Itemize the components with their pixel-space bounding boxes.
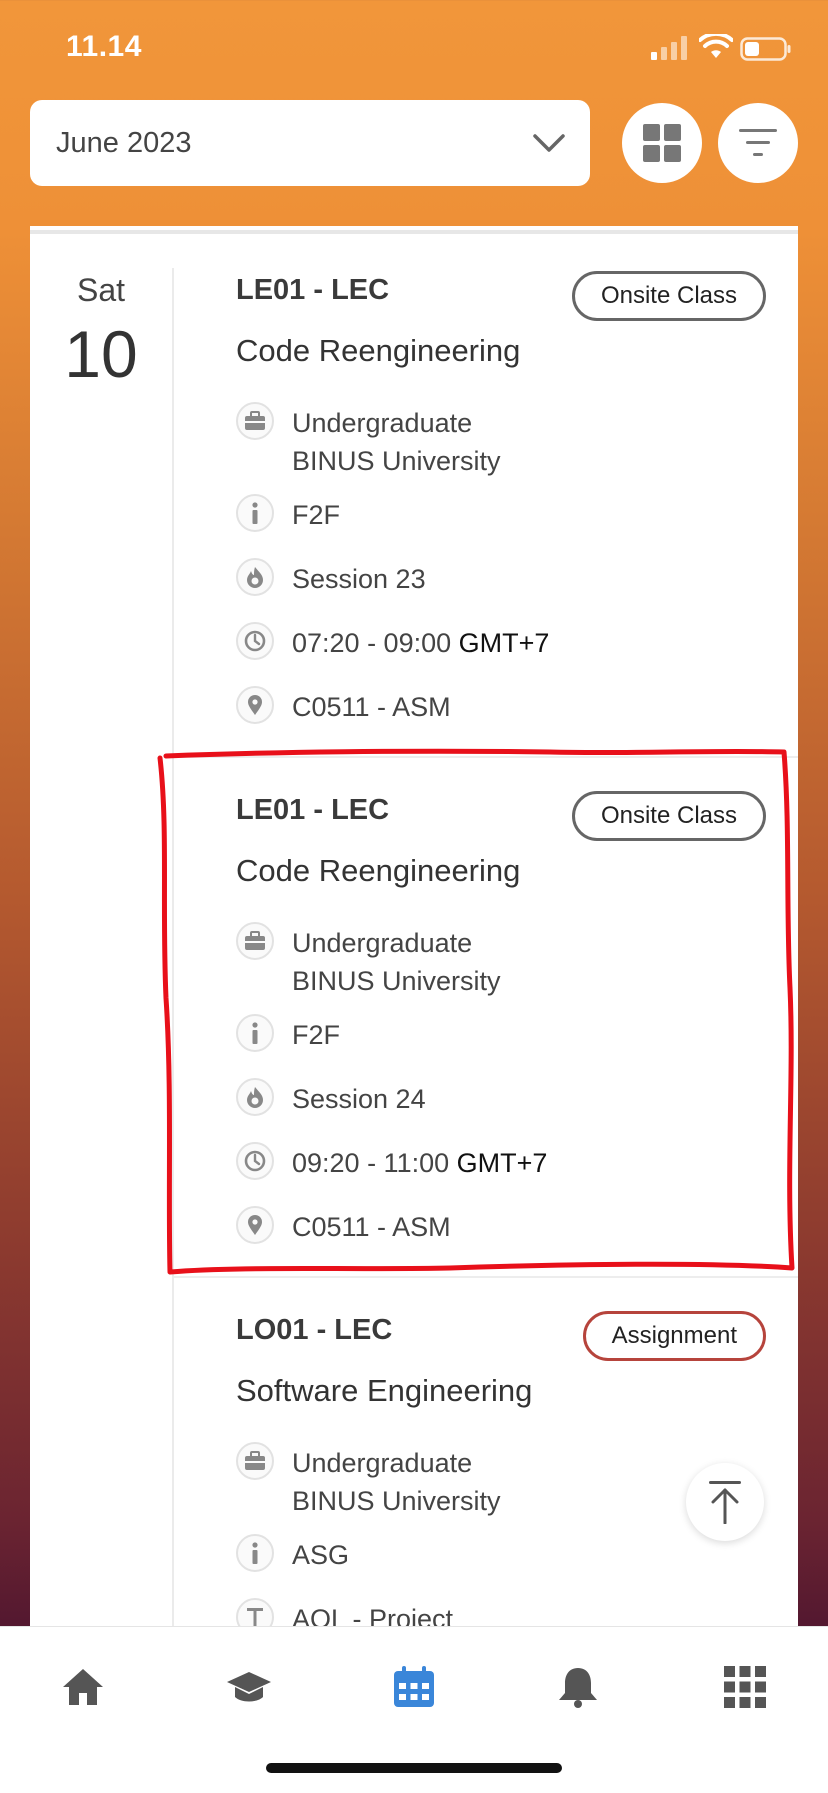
scroll-to-top-button[interactable] [686,1463,764,1541]
filter-button[interactable] [718,103,798,183]
course-title: Software Engineering [236,1373,533,1408]
time-range: 07:20 - 09:00 [292,628,452,658]
battery-icon [740,37,791,61]
chevron-down-icon [533,134,565,152]
career-level: Undergraduate [292,928,473,958]
grid-view-button[interactable] [622,103,702,183]
class-type-badge: Assignment [582,1311,766,1361]
career-level: Undergraduate [292,408,473,438]
home-indicator [266,1763,562,1773]
class-code: LE01 - LEC [236,794,390,826]
nav-schedule[interactable] [384,1657,444,1717]
class-code: LE01 - LEC [236,274,390,306]
flame-icon [236,1078,274,1116]
session-number: Session 23 [292,564,426,594]
nav-menu[interactable] [715,1657,775,1717]
class-type-badge: Onsite Class [571,271,766,321]
nav-courses[interactable] [219,1657,279,1717]
course-title: Code Reengineering [236,333,521,368]
day-name: Sat [76,272,126,308]
wifi-icon [699,34,733,58]
time-range: 09:20 - 11:00 [292,1148,450,1178]
briefcase-icon [236,1442,274,1480]
schedule-card: Sat 10 LE01 - LEC Onsite Class Code Reen… [30,226,798,1626]
delivery-mode: F2F [292,500,341,530]
signal-icon [651,36,687,60]
clock-icon [236,1142,274,1180]
room-text: C0511 - ASM [292,1212,451,1242]
status-time: 11.14 [66,30,142,63]
institution: BINUS University [292,446,501,476]
arrow-up-icon [709,1481,741,1524]
class-entry[interactable]: LE01 - LEC Onsite Class Code Reengineeri… [174,226,798,756]
briefcase-icon [236,402,274,440]
career-text: Undergraduate BINUS University [292,404,501,480]
info-icon [236,494,274,532]
career-text: Undergraduate BINUS University [292,1444,501,1520]
class-type-badge: Onsite Class [571,791,766,841]
timezone: GMT+7 [458,628,550,658]
info-icon [236,1014,274,1052]
grid-icon [643,124,681,162]
home-icon [63,1669,103,1705]
delivery-mode: F2F [292,1020,341,1050]
briefcase-icon [236,922,274,960]
calendar-icon [394,1666,434,1707]
nav-notifications[interactable] [548,1657,608,1717]
institution: BINUS University [292,966,501,996]
entry-divider [174,756,798,758]
status-bar: 11.14 [0,0,828,100]
career-level: Undergraduate [292,1448,473,1478]
info-icon [236,1534,274,1572]
apps-grid-icon [724,1666,766,1708]
institution: BINUS University [292,1486,501,1516]
clock-icon [236,622,274,660]
filter-icon [739,129,777,156]
time-text: 09:20 - 11:00 GMT+7 [292,1144,547,1182]
session-number: Session 24 [292,1084,426,1114]
text-icon [236,1598,274,1626]
time-text: 07:20 - 09:00 GMT+7 [292,624,549,662]
class-entry[interactable]: LE01 - LEC Onsite Class Code Reengineeri… [174,756,798,1276]
month-dropdown[interactable]: June 2023 [30,100,590,186]
timezone: GMT+7 [456,1148,548,1178]
delivery-mode: ASG [292,1540,350,1570]
bell-icon [559,1668,597,1708]
location-pin-icon [236,1206,274,1244]
task-text: AOL - Project [292,1604,454,1626]
day-number: 10 [64,317,138,391]
room-text: C0511 - ASM [292,692,451,722]
class-entry[interactable]: LO01 - LEC Assignment Software Engineeri… [174,1276,798,1626]
graduation-cap-icon [227,1672,271,1702]
flame-icon [236,558,274,596]
month-dropdown-label: June 2023 [56,126,192,159]
nav-home[interactable] [53,1657,113,1717]
class-code: LO01 - LEC [236,1314,393,1346]
location-pin-icon [236,686,274,724]
career-text: Undergraduate BINUS University [292,924,501,1000]
entry-divider [174,1276,798,1278]
course-title: Code Reengineering [236,853,521,888]
